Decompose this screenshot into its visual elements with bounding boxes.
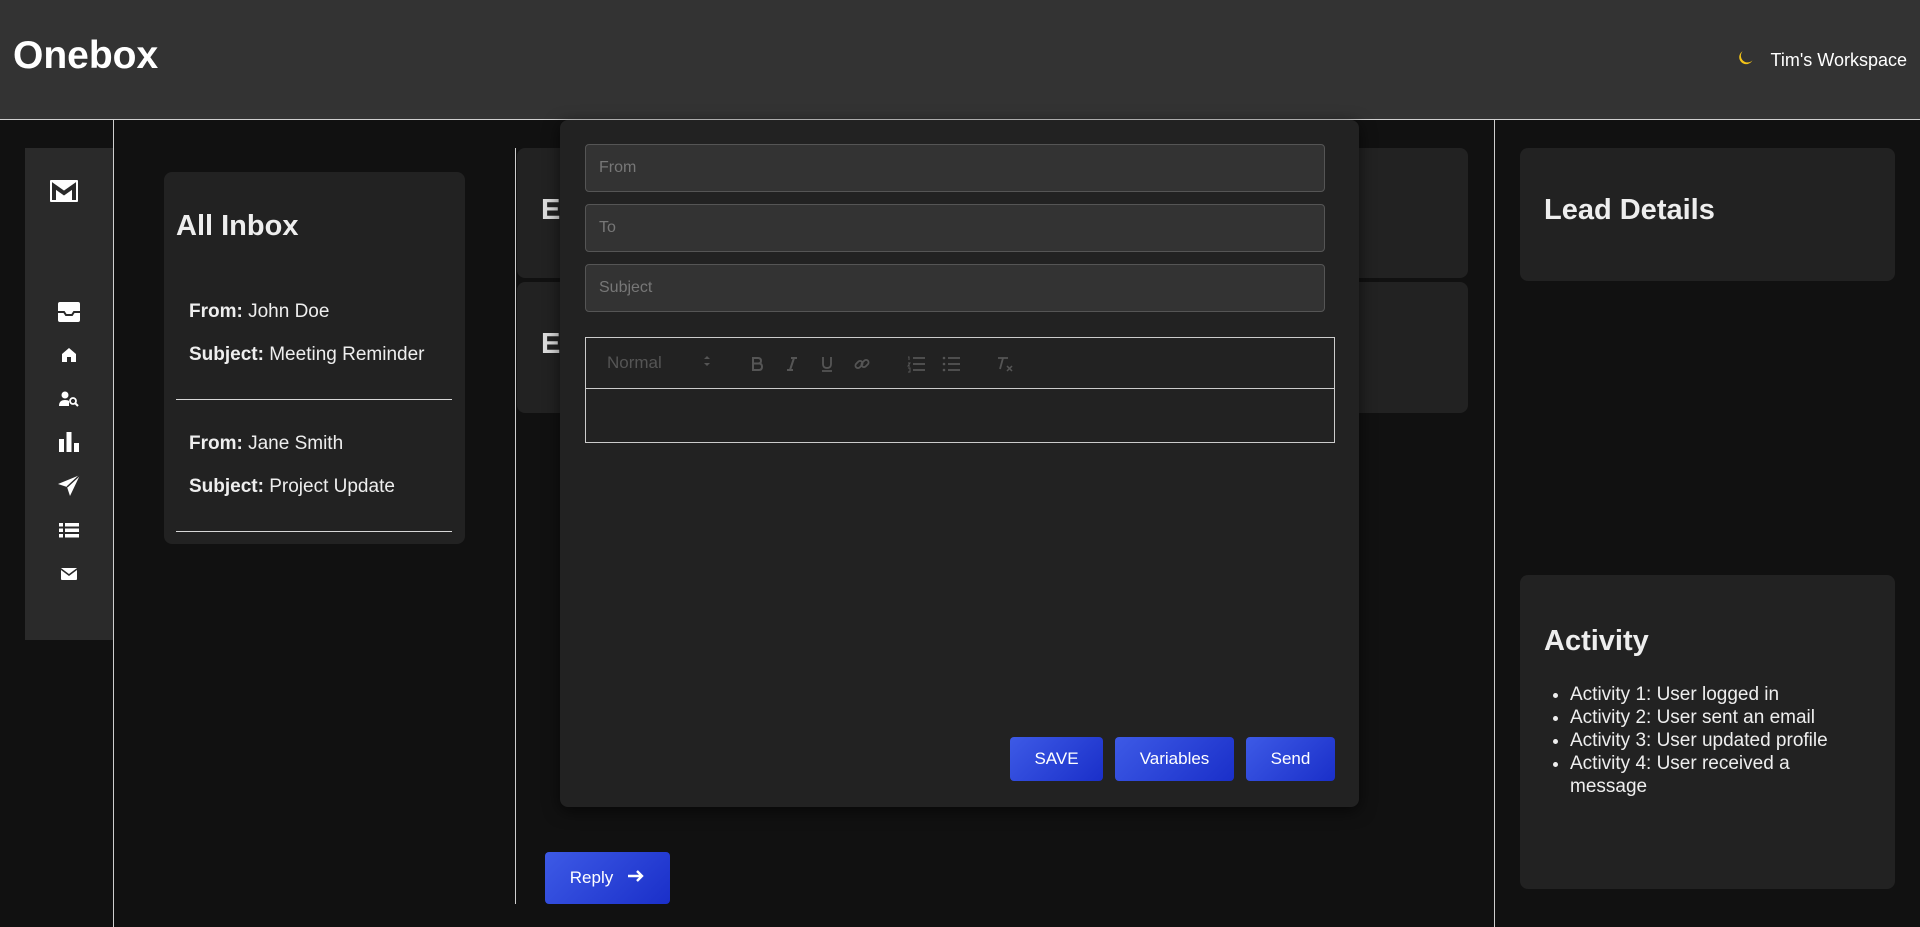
moon-icon[interactable] [1737, 47, 1757, 73]
list-item: Activity 3: User updated profile [1570, 729, 1870, 752]
subject-field[interactable] [585, 264, 1325, 312]
email-from: From: Jane Smith [189, 433, 343, 455]
subject-value: Project Update [269, 476, 395, 497]
link-icon[interactable] [850, 352, 874, 376]
bullet-list-icon[interactable] [939, 352, 963, 376]
from-label: From: [189, 301, 243, 322]
app-title: Onebox [13, 34, 159, 77]
from-label: From: [189, 433, 243, 454]
email-card-heading: E [541, 328, 561, 360]
workspace-label[interactable]: Tim's Workspace [1771, 50, 1907, 71]
gmail-logo-icon[interactable] [49, 178, 79, 204]
icon-sidebar [25, 148, 113, 640]
italic-icon[interactable] [780, 352, 804, 376]
save-button[interactable]: SAVE [1010, 737, 1103, 781]
left-divider [113, 120, 114, 927]
subject-label: Subject: [189, 476, 264, 497]
lead-details-title: Lead Details [1544, 194, 1715, 226]
right-divider [1494, 120, 1495, 927]
center-divider [515, 148, 516, 904]
variables-button[interactable]: Variables [1115, 737, 1234, 781]
workspace-switcher[interactable]: Tim's Workspace [1737, 47, 1907, 73]
reply-label: Reply [569, 868, 614, 887]
email-subject: Subject: Meeting Reminder [189, 344, 424, 366]
message-editor[interactable] [585, 388, 1335, 443]
clear-format-icon[interactable] [993, 352, 1017, 376]
reply-button[interactable]: Reply [545, 852, 670, 904]
list-item: Activity 1: User logged in [1570, 683, 1870, 706]
email-subject: Subject: Project Update [189, 476, 395, 498]
inbox-title: All Inbox [176, 210, 299, 242]
bar-chart-icon[interactable] [55, 428, 83, 456]
compose-modal: Normal SAVE Variables Send [560, 120, 1359, 807]
activity-list: Activity 1: User logged in Activity 2: U… [1546, 683, 1870, 798]
list-icon[interactable] [55, 516, 83, 544]
from-value: John Doe [248, 301, 330, 322]
mail-icon[interactable] [55, 560, 83, 588]
inbox-panel: All Inbox From: John Doe Subject: Meetin… [164, 172, 465, 544]
subject-label: Subject: [189, 344, 264, 365]
list-item: Activity 4: User received a message [1570, 752, 1870, 798]
list-item[interactable]: From: John Doe Subject: Meeting Reminder [176, 279, 452, 400]
select-arrows-icon [702, 353, 712, 373]
home-icon[interactable] [55, 341, 83, 369]
top-header: Onebox Tim's Workspace [0, 0, 1920, 120]
from-value: Jane Smith [248, 433, 344, 454]
format-select[interactable]: Normal [607, 353, 712, 373]
editor-toolbar: Normal [585, 337, 1335, 389]
bold-icon[interactable] [745, 352, 769, 376]
to-field[interactable] [585, 204, 1325, 252]
activity-card: Activity Activity 1: User logged in Acti… [1520, 575, 1895, 889]
email-card-heading: E [541, 194, 561, 226]
underline-icon[interactable] [815, 352, 839, 376]
ordered-list-icon[interactable] [904, 352, 928, 376]
subject-value: Meeting Reminder [269, 344, 425, 365]
list-item: Activity 2: User sent an email [1570, 706, 1870, 729]
email-from: From: John Doe [189, 301, 329, 323]
list-item[interactable]: From: Jane Smith Subject: Project Update [176, 411, 452, 532]
user-search-icon[interactable] [55, 385, 83, 413]
send-icon[interactable] [55, 472, 83, 500]
send-button[interactable]: Send [1246, 737, 1335, 781]
inbox-icon[interactable] [55, 298, 83, 326]
lead-details-card: Lead Details [1520, 148, 1895, 281]
from-field[interactable] [585, 144, 1325, 192]
arrow-right-icon [627, 868, 645, 888]
format-select-value: Normal [607, 353, 662, 372]
activity-title: Activity [1544, 625, 1649, 657]
